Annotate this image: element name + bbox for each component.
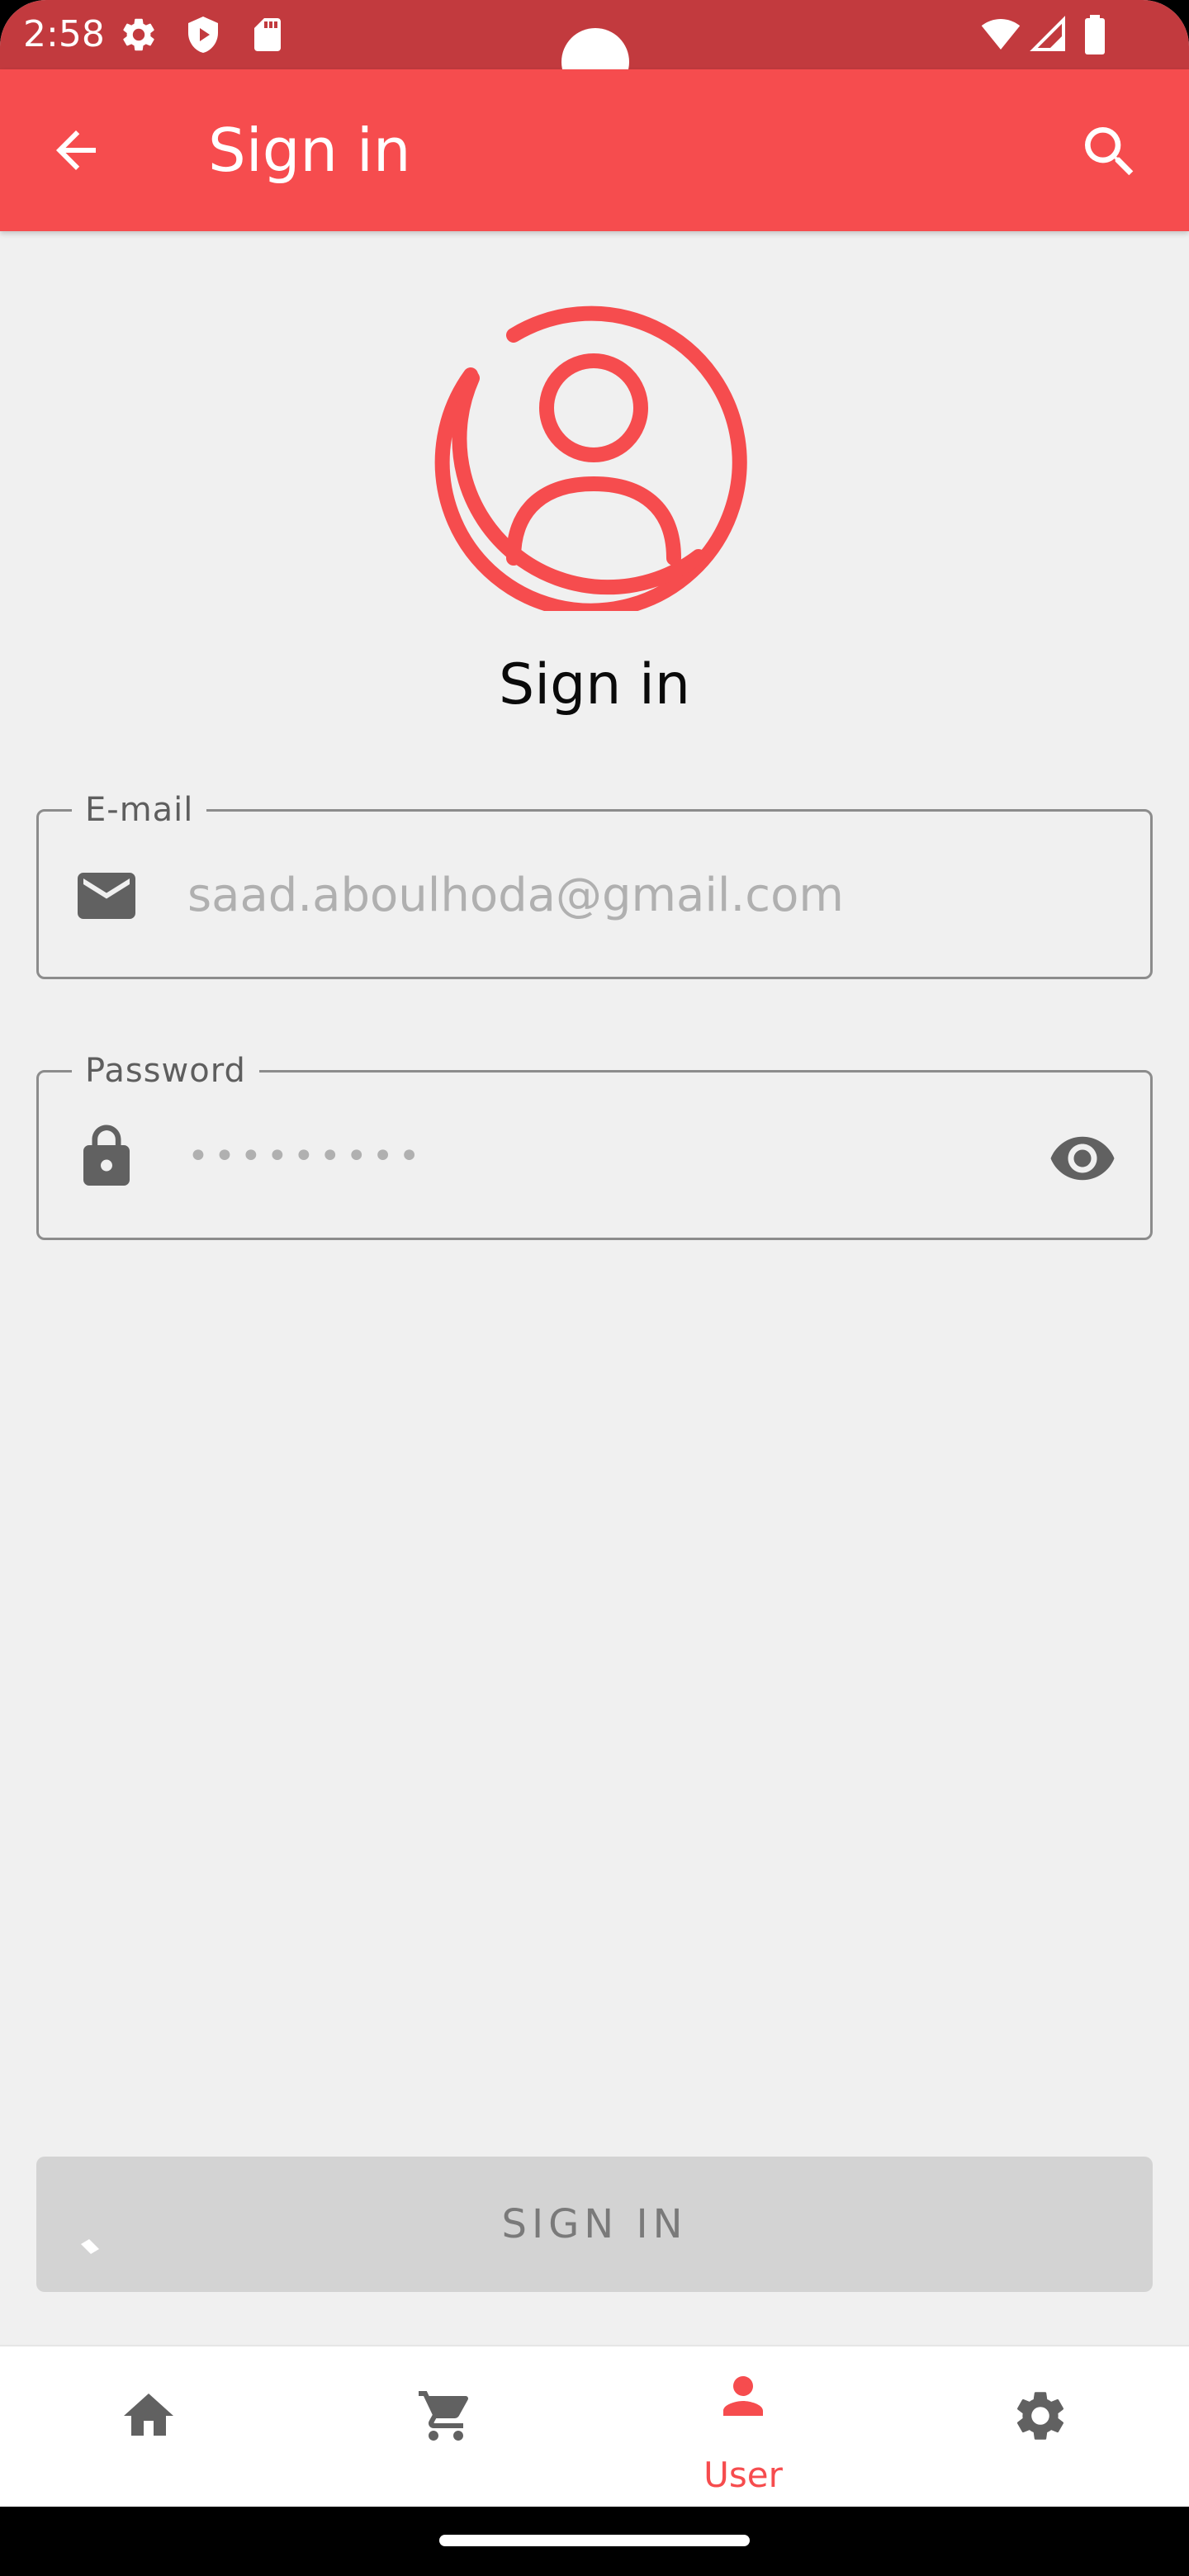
account-circle-icon: [434, 305, 747, 611]
search-icon[interactable]: [1077, 119, 1143, 185]
nav-item-user[interactable]: User: [594, 2346, 892, 2508]
status-time: 2:58: [23, 13, 105, 55]
page-heading: Sign in: [499, 652, 690, 717]
nav-label-user: User: [703, 2455, 783, 2495]
shield-play-icon: [188, 17, 218, 53]
password-field[interactable]: Password •••••••••: [36, 1048, 1153, 1240]
nav-item-home[interactable]: [0, 2346, 297, 2508]
signal-icon: [1030, 16, 1065, 51]
app-bar-title: Sign in: [208, 116, 411, 185]
battery-icon: [1085, 15, 1105, 54]
settings-gear-icon: [123, 18, 154, 51]
nav-item-settings[interactable]: [892, 2346, 1189, 2508]
home-gesture-pill[interactable]: [439, 2535, 750, 2546]
email-field-label: E-mail: [72, 787, 207, 833]
user-icon: [723, 2376, 763, 2416]
password-field-label: Password: [72, 1048, 259, 1094]
bottom-navigation: User: [0, 2345, 1189, 2508]
cart-icon: [419, 2391, 469, 2441]
nav-item-cart[interactable]: [297, 2346, 594, 2508]
app-bar: Sign in: [0, 69, 1189, 231]
password-input[interactable]: •••••••••: [187, 1124, 1035, 1190]
app-screen: 2:58 Sign in Sign in E-mail saad.aboulho…: [0, 0, 1189, 2576]
eye-icon[interactable]: [1048, 1124, 1117, 1193]
ripple-mark: [81, 2239, 99, 2254]
sd-card-icon: [254, 18, 281, 51]
system-gesture-area: [0, 2507, 1189, 2576]
mail-icon: [78, 873, 135, 919]
arrow-back-icon[interactable]: [46, 121, 106, 180]
wifi-icon: [981, 19, 1021, 50]
settings-icon: [1016, 2392, 1064, 2440]
sign-in-button[interactable]: SIGN IN: [36, 2157, 1153, 2292]
email-input[interactable]: saad.aboulhoda@gmail.com: [187, 863, 1035, 929]
lock-icon: [83, 1125, 130, 1186]
home-icon: [124, 2394, 173, 2436]
email-field[interactable]: E-mail saad.aboulhoda@gmail.com: [36, 787, 1153, 979]
